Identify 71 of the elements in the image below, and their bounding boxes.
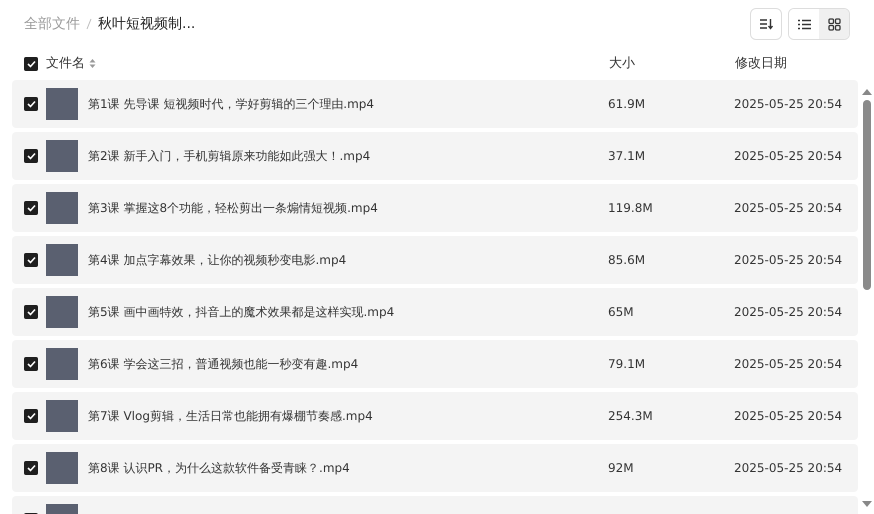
file-size: 65M: [608, 304, 635, 321]
modified-date: 2025-05-25 20:54: [734, 408, 842, 425]
photo-placeholder: [46, 140, 78, 172]
file-row[interactable]: 第1课 先导课 短视频时代，学好剪辑的三个理由.mp4 61.9M 2025-05-25 20:54: [12, 80, 858, 128]
file-size: 37.1M: [608, 148, 646, 165]
modified-date: 2025-05-25 20:54: [734, 356, 842, 373]
sort-button[interactable]: [750, 8, 782, 40]
file-name: 第6课 学会这三招，普通视频也能一秒变有趣.mp4: [88, 356, 360, 373]
check-icon: [26, 464, 36, 472]
photo-placeholder: [46, 452, 78, 484]
check-icon: [26, 256, 36, 264]
modified-date: 2025-05-25 20:54: [734, 96, 842, 113]
check-icon: [26, 100, 36, 108]
column-header: 文件名: [46, 55, 85, 74]
photo-placeholder: [46, 296, 78, 328]
file-size: 61.9M: [608, 96, 646, 113]
file-row[interactable]: 第3课 掌握这8个功能，轻松剪出一条煽情短视频.mp4 119.8M 2025-05-25 20:54: [12, 184, 858, 232]
file-row[interactable]: 第8课 认识PR，为什么这款软件备受青睐？.mp4 92M 2025-05-25 20:54: [12, 444, 858, 492]
scroll-up-icon[interactable]: [862, 88, 872, 96]
column-header: 修改日期: [735, 55, 787, 74]
modified-date: 2025-05-25 20:54: [734, 460, 842, 477]
check-icon: [26, 60, 36, 68]
file-size: 85.6M: [608, 252, 646, 269]
file-size: 254.3M: [608, 408, 654, 425]
file-row[interactable]: 第2课 新手入门，手机剪辑原来功能如此强大！.mp4 37.1M 2025-05-25 20:54: [12, 132, 858, 180]
column-header: 大小: [609, 55, 636, 74]
check-icon: [26, 308, 36, 316]
file-row[interactable]: 第7课 Vlog剪辑，生活日常也能拥有爆棚节奏感.mp4 254.3M 2025-05-25 20:54: [12, 392, 858, 440]
photo-placeholder: [46, 244, 78, 276]
file-name: 第1课 先导课 短视频时代，学好剪辑的三个理由.mp4: [88, 96, 376, 113]
photo-placeholder: [46, 400, 78, 432]
file-row[interactable]: 第4课 加点字幕效果，让你的视频秒变电影.mp4 85.6M 2025-05-25 20:54: [12, 236, 858, 284]
sort-icon: [758, 18, 772, 30]
photo-placeholder: [46, 192, 78, 224]
checkbox[interactable]: [24, 253, 38, 267]
file-size: 119.8M: [608, 200, 654, 217]
modified-date: 2025-05-25 20:54: [734, 304, 842, 321]
check-icon: [26, 412, 36, 420]
check-icon: [26, 360, 36, 368]
file-name: 第2课 新手入门，手机剪辑原来功能如此强大！.mp4: [88, 148, 372, 165]
grid-icon: [828, 18, 840, 30]
file-name: 第8课 认识PR，为什么这款软件备受青睐？.mp4: [88, 460, 351, 477]
current-folder: 秋叶短视频制...: [98, 14, 196, 34]
sort-icon[interactable]: [89, 58, 96, 70]
checkbox[interactable]: [24, 97, 38, 111]
photo-placeholder: [46, 348, 78, 380]
file-row[interactable]: 第6课 学会这三招，普通视频也能一秒变有趣.mp4 79.1M 2025-05-25 20:54: [12, 340, 858, 388]
checkbox[interactable]: [24, 57, 38, 71]
file-name: 第4课 加点字幕效果，让你的视频秒变电影.mp4: [88, 252, 348, 269]
photo-placeholder: [46, 88, 78, 120]
checkbox[interactable]: [24, 357, 38, 371]
file-size: 92M: [608, 460, 635, 477]
checkbox[interactable]: [24, 149, 38, 163]
file-size: 79.1M: [608, 356, 646, 373]
separator-icon: [86, 18, 92, 30]
check-icon: [26, 204, 36, 212]
modified-date: 2025-05-25 20:54: [734, 252, 842, 269]
file-row[interactable]: 第5课 画中画特效，抖音上的魔术效果都是这样实现.mp4 65M 2025-05-25 20:54: [12, 288, 858, 336]
scroll-down-icon[interactable]: [862, 500, 872, 508]
checkbox[interactable]: [24, 201, 38, 215]
file-name: 第5课 画中画特效，抖音上的魔术效果都是这样实现.mp4: [88, 304, 396, 321]
file-name: 第7课 Vlog剪辑，生活日常也能拥有爆棚节奏感.mp4: [88, 408, 374, 425]
check-icon: [26, 152, 36, 160]
checkbox[interactable]: [24, 461, 38, 475]
checkbox[interactable]: [24, 305, 38, 319]
list-icon: [798, 18, 810, 30]
grid-view-button[interactable]: [819, 9, 849, 39]
modified-date: 2025-05-25 20:54: [734, 148, 842, 165]
checkbox[interactable]: [24, 409, 38, 423]
file-name: 第3课 掌握这8个功能，轻松剪出一条煽情短视频.mp4: [88, 200, 379, 217]
modified-date: 2025-05-25 20:54: [734, 200, 842, 217]
